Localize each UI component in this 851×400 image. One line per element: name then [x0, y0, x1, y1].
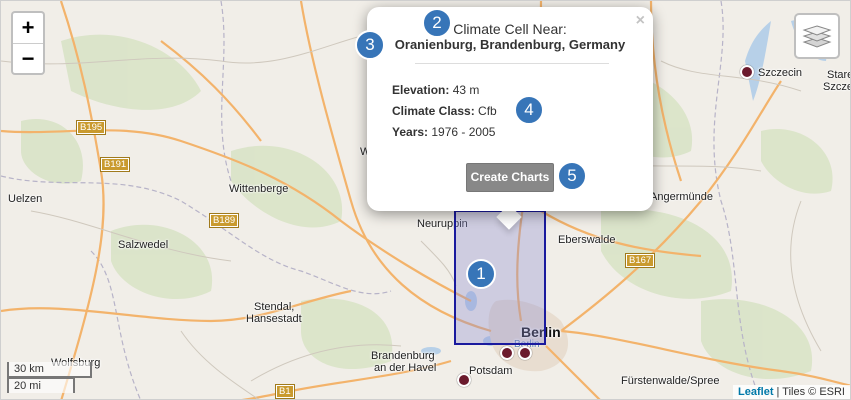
years-value: 1976 - 2005	[431, 125, 496, 139]
place-label-brandenburg: Brandenburg	[371, 350, 435, 362]
scale-bar: 30 km 20 mi	[7, 362, 92, 393]
place-label-stare: Stare	[827, 69, 851, 81]
place-label-stendal: Stendal,	[254, 301, 295, 313]
place-label-wittenberge: Wittenberge	[229, 183, 289, 195]
popup-climate-row: Climate Class: Cfb	[392, 104, 497, 118]
place-label-potsdam: Potsdam	[469, 365, 513, 377]
popup-elevation-row: Elevation: 43 m	[392, 83, 479, 97]
place-label-an-der-havel: an der Havel	[374, 362, 437, 374]
climate-class-value: Cfb	[478, 104, 497, 118]
layers-control-button[interactable]	[794, 13, 840, 59]
create-charts-button[interactable]: Create Charts	[466, 163, 554, 192]
road-shield-b167: B167	[624, 253, 656, 268]
badge-3: 3	[355, 30, 385, 60]
place-label-angermunde: Angermünde	[650, 191, 713, 203]
leaflet-link[interactable]: Leaflet	[738, 386, 773, 398]
popup-divider	[415, 63, 609, 64]
station-marker-berlin-west[interactable]	[500, 346, 514, 360]
years-label: Years:	[392, 125, 429, 139]
layers-icon	[802, 25, 832, 48]
road-shield-b195: B195	[75, 120, 107, 135]
place-label-uelzen: Uelzen	[8, 193, 43, 205]
badge-5: 5	[557, 161, 587, 191]
zoom-control: + −	[11, 11, 45, 75]
scale-metric: 30 km	[7, 362, 92, 378]
place-label-furstenwalde: Fürstenwalde/Spree	[621, 375, 720, 387]
badge-2: 2	[422, 8, 452, 38]
station-marker-berlin-east[interactable]	[518, 346, 532, 360]
popup-place-name: Oranienburg, Brandenburg, Germany	[394, 37, 626, 52]
place-label-eberswalde: Eberswalde	[558, 234, 616, 246]
popup-heading: Climate Cell Near:	[453, 21, 567, 37]
place-label-salzwedel: Salzwedel	[118, 239, 169, 251]
zoom-in-button[interactable]: +	[13, 13, 43, 43]
zoom-out-button[interactable]: −	[13, 43, 43, 73]
place-label-szczecin: Szczecin	[758, 67, 803, 79]
popup-years-row: Years: 1976 - 2005	[392, 125, 495, 139]
elevation-label: Elevation:	[392, 83, 450, 97]
badge-1: 1	[466, 259, 496, 289]
climate-popup: × Climate Cell Near: Oranienburg, Brande…	[367, 7, 653, 211]
map[interactable]: Szczecin Stare Szcze Uelzen Wittenberge …	[0, 0, 851, 400]
road-shield-b1: B1	[275, 384, 295, 399]
place-label-hansestadt: Hansestadt	[246, 313, 302, 325]
place-label-szcze: Szcze	[823, 81, 851, 93]
scale-imperial: 20 mi	[7, 377, 75, 393]
badge-4: 4	[514, 95, 544, 125]
climate-class-label: Climate Class:	[392, 104, 475, 118]
station-marker-potsdam[interactable]	[457, 373, 471, 387]
attribution-separator: |	[773, 386, 783, 398]
road-shield-b189: B189	[208, 213, 240, 228]
road-shield-b191: B191	[99, 157, 131, 172]
tiles-credit: Tiles © ESRI	[782, 386, 845, 398]
elevation-value: 43 m	[452, 83, 480, 97]
station-marker-szczecin[interactable]	[740, 65, 754, 79]
attribution: Leaflet | Tiles © ESRI	[733, 385, 850, 399]
